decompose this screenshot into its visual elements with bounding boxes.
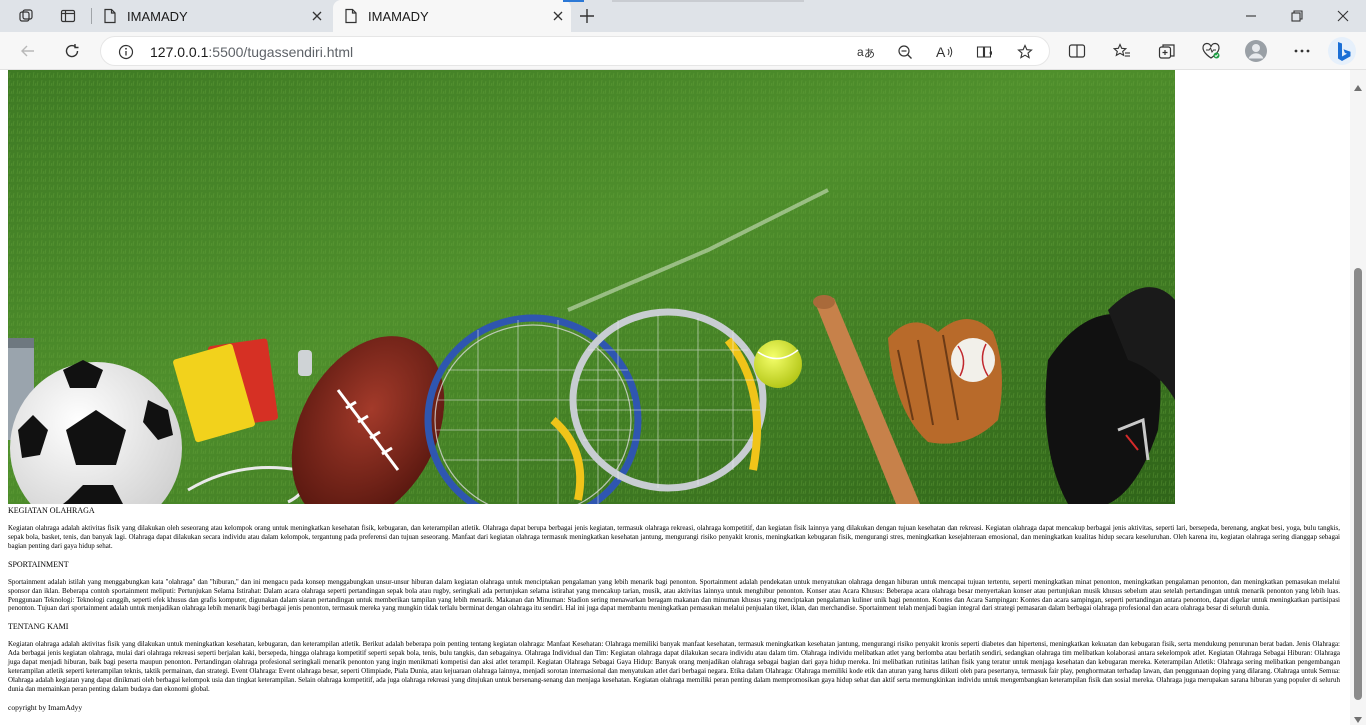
read-aloud-icon[interactable]: A (934, 41, 956, 63)
tab-title: IMAMADY (368, 9, 429, 24)
zoom-out-icon[interactable] (894, 41, 916, 63)
url-host: 127.0.0.1 (150, 44, 209, 60)
refresh-button[interactable] (57, 36, 87, 66)
back-button[interactable] (13, 36, 43, 66)
tab-strip-highlight (612, 0, 804, 2)
workspaces-icon[interactable] (12, 4, 40, 28)
profile-avatar[interactable] (1241, 36, 1271, 66)
favorite-star-icon[interactable] (1014, 41, 1036, 63)
browser-essentials-icon[interactable] (1196, 36, 1226, 66)
section-heading-tentang-kami: TENTANG KAMI (8, 622, 69, 632)
scroll-down-arrow-icon[interactable] (1354, 710, 1362, 725)
close-window-button[interactable] (1320, 0, 1366, 32)
page-icon (103, 8, 117, 29)
close-icon[interactable] (308, 7, 326, 25)
svg-text:a: a (857, 45, 864, 59)
vertical-scrollbar[interactable] (1350, 70, 1366, 725)
immersive-reader-icon[interactable] (974, 41, 996, 63)
page-icon (344, 8, 358, 29)
tab-title: IMAMADY (127, 9, 188, 24)
url-path: :5500/tugassendiri.html (208, 44, 354, 60)
tab-inactive[interactable]: IMAMADY (92, 0, 330, 32)
section-text-tentang-kami: Kegiatan olahraga adalah aktivitas fisik… (8, 640, 1340, 693)
browser-toolbar: 127.0.0.1:5500/tugassendiri.html aあ A (0, 32, 1366, 70)
url-text[interactable]: 127.0.0.1:5500/tugassendiri.html (150, 44, 353, 60)
copilot-icon[interactable] (1327, 36, 1357, 66)
section-text-sportainment: Sportainment adalah istilah yang menggab… (8, 577, 1340, 613)
section-text-kegiatan: Kegiatan olahraga adalah aktivitas fisik… (8, 524, 1340, 550)
address-bar[interactable]: 127.0.0.1:5500/tugassendiri.html aあ A (100, 36, 1050, 66)
copyright-footer: copyright by ImamAdyy (8, 702, 83, 712)
scrollbar-thumb[interactable] (1354, 268, 1362, 700)
scroll-up-arrow-icon[interactable] (1354, 78, 1362, 96)
vertical-tabs-icon[interactable] (54, 4, 82, 28)
hero-image (8, 70, 1175, 504)
more-menu-icon[interactable] (1287, 36, 1317, 66)
collections-icon[interactable] (1152, 36, 1182, 66)
split-screen-icon[interactable] (1062, 36, 1092, 66)
loading-indicator (563, 0, 584, 2)
info-icon[interactable] (115, 41, 137, 63)
page-content: KEGIATAN OLAHRAGA Kegiatan olahraga adal… (8, 506, 1340, 712)
svg-text:あ: あ (864, 47, 875, 60)
svg-text:A: A (936, 44, 946, 60)
new-tab-button[interactable] (574, 4, 600, 28)
page-viewport: KEGIATAN OLAHRAGA Kegiatan olahraga adal… (0, 70, 1350, 725)
browser-title-bar: IMAMADY IMAMADY (0, 0, 1366, 32)
translate-icon[interactable]: aあ (855, 41, 877, 63)
section-heading-kegiatan: KEGIATAN OLAHRAGA (8, 506, 95, 515)
restore-button[interactable] (1274, 0, 1320, 32)
section-heading-sportainment: SPORTAINMENT (8, 559, 69, 569)
favorites-icon[interactable] (1107, 36, 1137, 66)
tab-active[interactable]: IMAMADY (333, 0, 571, 32)
close-icon[interactable] (549, 7, 567, 25)
minimize-button[interactable] (1228, 0, 1274, 32)
